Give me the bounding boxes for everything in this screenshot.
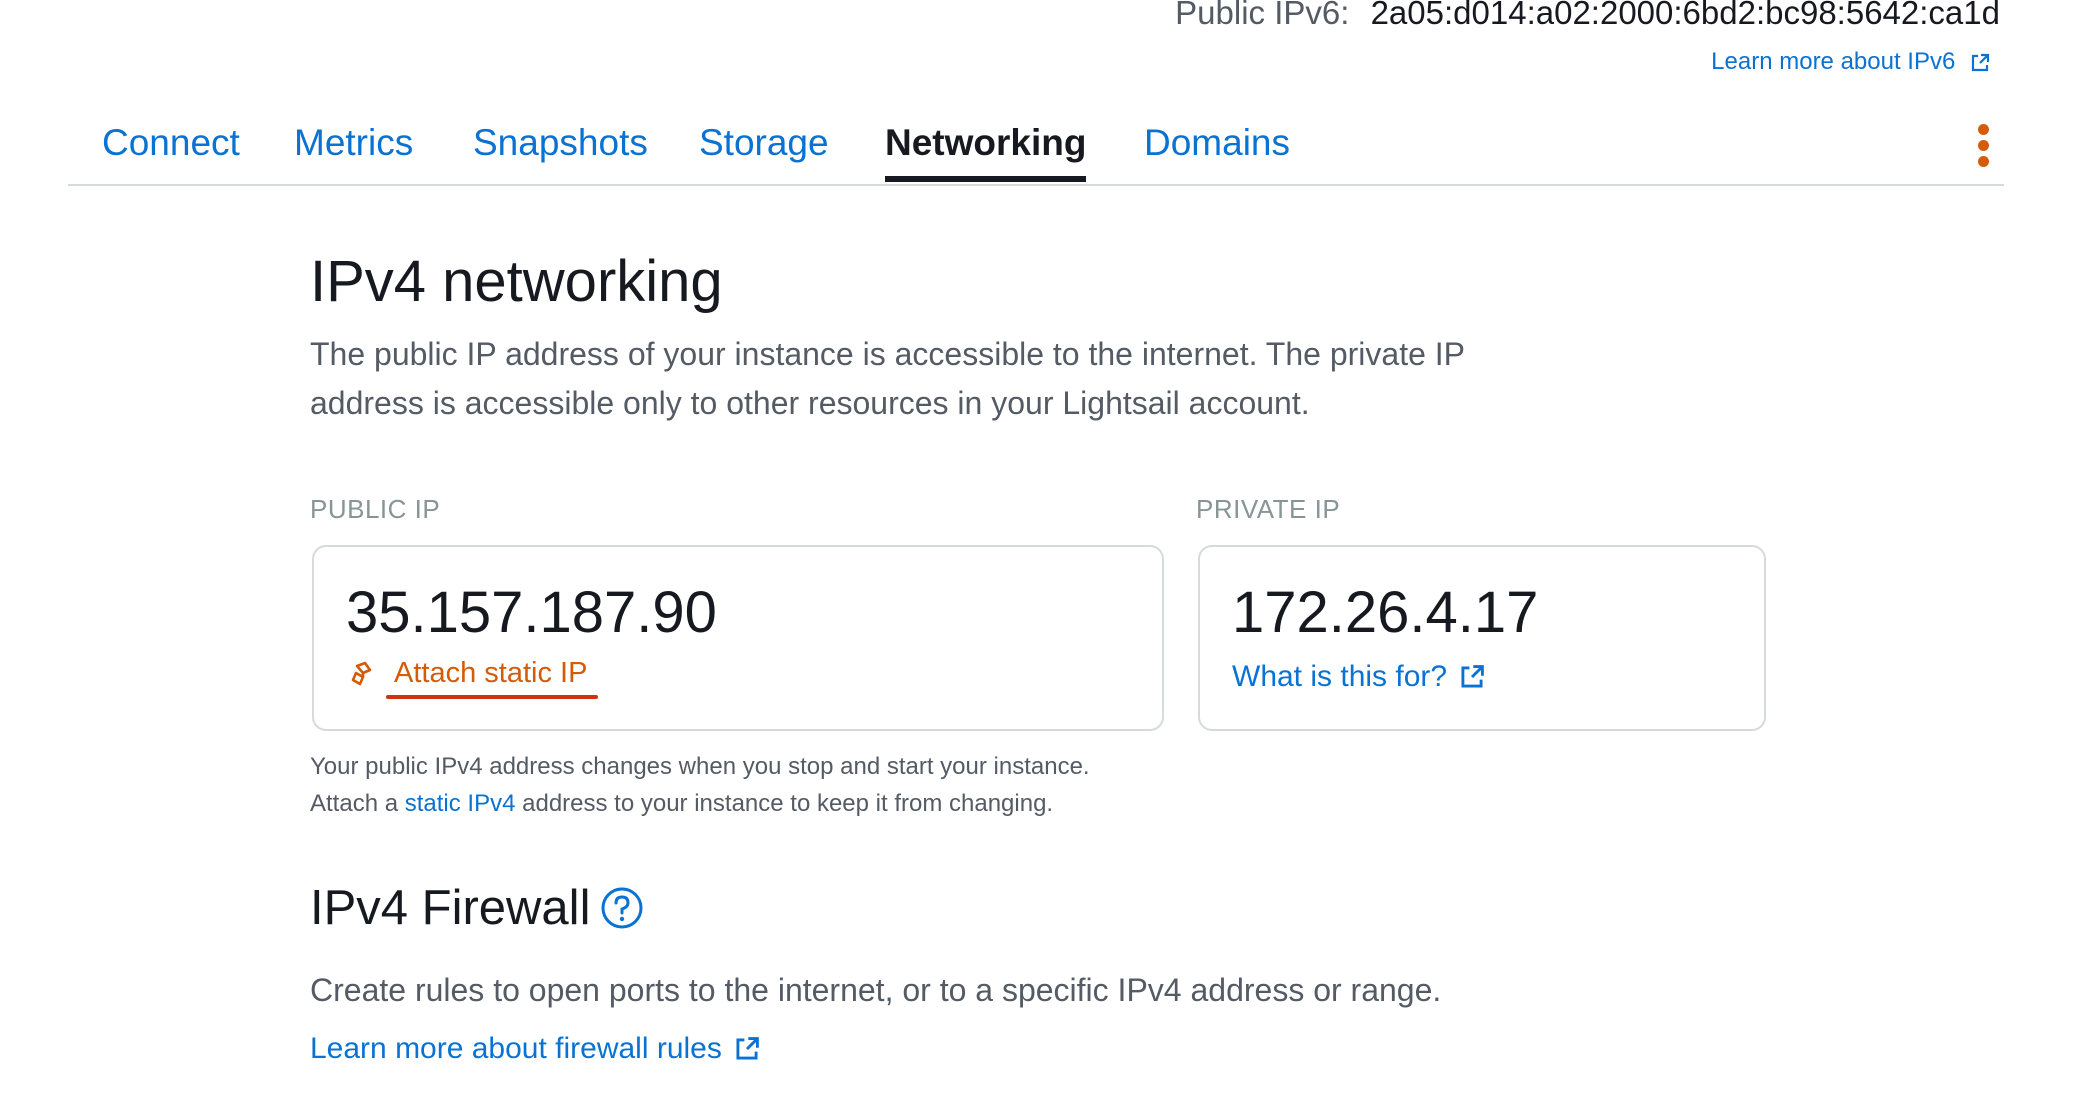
ipv4-note-line1: Your public IPv4 address changes when yo… — [310, 753, 1090, 780]
more-actions-button[interactable] — [1978, 124, 1990, 168]
ipv4-note-prefix: Attach a — [310, 790, 399, 817]
tab-storage[interactable]: Storage — [699, 122, 829, 164]
tab-connect[interactable]: Connect — [102, 122, 240, 164]
attach-static-ip-link[interactable]: Attach static IP — [348, 657, 587, 690]
attach-static-ip-label: Attach static IP — [394, 657, 588, 689]
ipv4-note: Your public IPv4 address changes when yo… — [310, 748, 1090, 822]
help-icon[interactable] — [600, 886, 644, 930]
tab-networking[interactable]: Networking — [885, 122, 1087, 182]
tab-metrics[interactable]: Metrics — [294, 122, 413, 164]
static-ip-icon — [351, 661, 372, 685]
networking-page: Public IPv6: 2a05:d014:a02:2000:6bd2:bc9… — [0, 0, 2100, 1110]
private-ip-label: PRIVATE IP — [1196, 494, 1341, 524]
ipv4-note-line2: Attach a static IPv4 address to your ins… — [310, 785, 1090, 822]
static-ipv4-link[interactable]: static IPv4 — [405, 790, 516, 817]
ipv6-label: Public IPv6: — [1175, 0, 1350, 31]
private-ip-value: 172.26.4.17 — [1232, 580, 1539, 645]
public-ip-card: 35.157.187.90 Attach static IP — [312, 545, 1164, 731]
ipv4-description: The public IP address of your instance i… — [310, 336, 1465, 421]
ipv4-title: IPv4 networking — [310, 249, 723, 314]
public-ip-label: PUBLIC IP — [310, 494, 441, 524]
learn-firewall-label: Learn more about firewall rules — [310, 1032, 722, 1065]
learn-firewall-link[interactable]: Learn more about firewall rules — [310, 1032, 760, 1066]
learn-ipv6-link[interactable]: Learn more about IPv6 — [1711, 48, 1990, 76]
what-is-this-for-label: What is this for? — [1232, 660, 1448, 693]
private-ip-card: 172.26.4.17 What is this for? — [1198, 545, 1766, 731]
ipv6-row: Public IPv6: 2a05:d014:a02:2000:6bd2:bc9… — [1175, 0, 2000, 32]
ipv6-value: 2a05:d014:a02:2000:6bd2:bc98:5642:ca1d — [1370, 0, 2000, 31]
external-link-icon — [1461, 665, 1484, 688]
external-link-icon — [1971, 53, 1990, 71]
firewall-title-row: IPv4 Firewall — [310, 880, 644, 936]
firewall-title: IPv4 Firewall — [310, 881, 591, 935]
what-is-this-for-link[interactable]: What is this for? — [1232, 660, 1485, 694]
attach-link-underline — [386, 695, 598, 699]
public-ip-value: 35.157.187.90 — [346, 580, 717, 645]
tab-snapshots[interactable]: Snapshots — [473, 122, 648, 164]
learn-ipv6-label: Learn more about IPv6 — [1711, 48, 1956, 75]
tab-bar: Connect Metrics Snapshots Storage Networ… — [68, 110, 2004, 186]
ipv4-note-suffix: address to your instance to keep it from… — [522, 790, 1054, 817]
firewall-description: Create rules to open ports to the intern… — [310, 972, 1442, 1008]
external-link-icon — [736, 1037, 759, 1060]
tab-domains[interactable]: Domains — [1144, 122, 1290, 164]
